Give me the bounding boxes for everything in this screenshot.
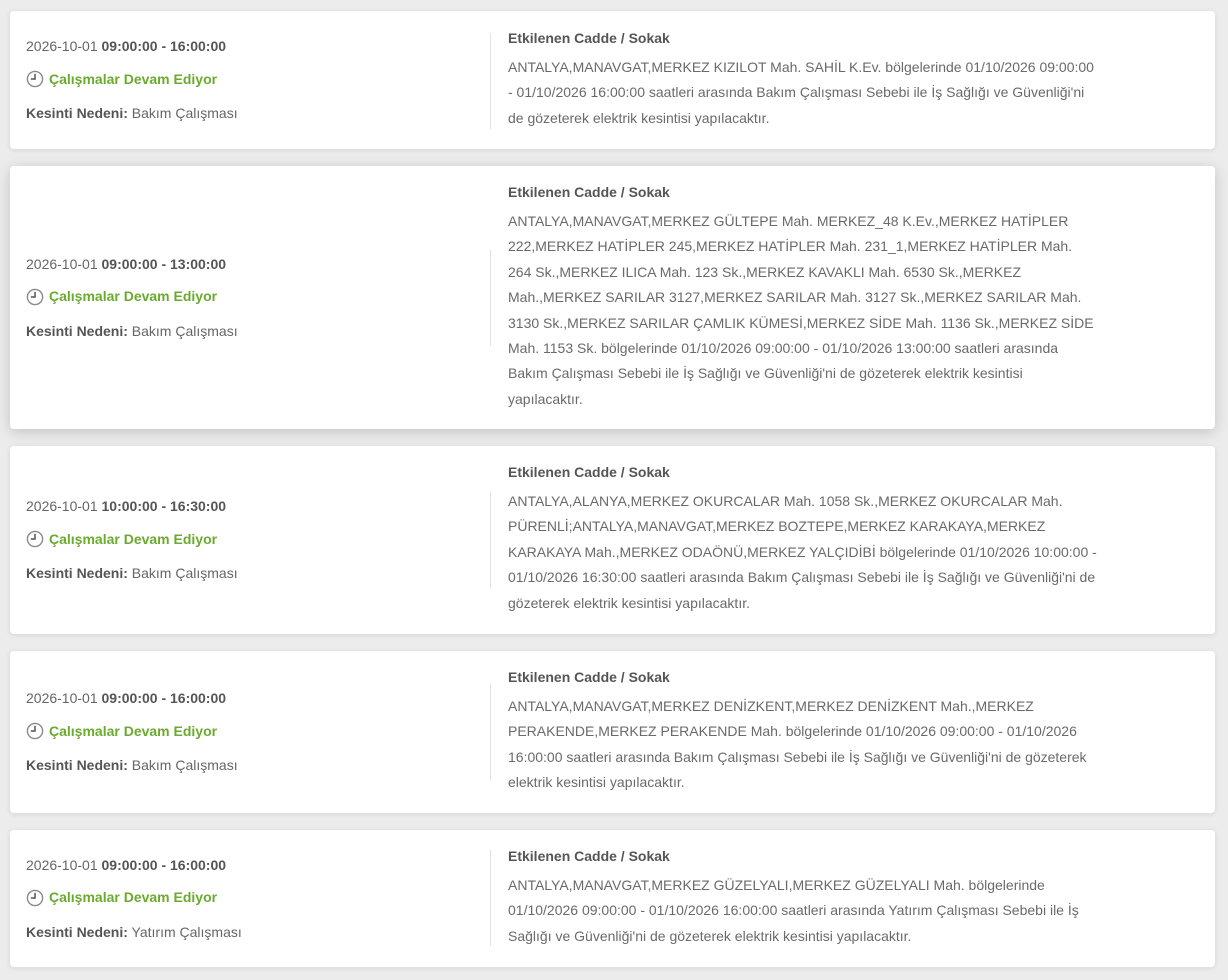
affected-streets: Etkilenen Cadde / Sokak ANTALYA,MANAVGAT… [508, 669, 1098, 796]
outage-reason: Kesinti Nedeni: Bakım Çalışması [26, 757, 466, 774]
reason-value: Bakım Çalışması [131, 757, 238, 773]
outage-time-range: 10:00:00 - 16:30:00 [101, 498, 227, 514]
outage-time-range: 09:00:00 - 13:00:00 [101, 255, 227, 272]
outage-card[interactable]: 2026-10-01 09:00:00 - 16:00:00 Çalışmala… [10, 651, 1215, 813]
reason-label: Kesinti Nedeni: [26, 565, 128, 581]
column-divider [490, 250, 491, 346]
reason-value: Bakım Çalışması [131, 565, 238, 581]
status-badge: Çalışmalar Devam Ediyor [26, 288, 466, 306]
affected-title: Etkilenen Cadde / Sokak [508, 30, 670, 46]
status-text: Çalışmalar Devam Ediyor [49, 722, 218, 739]
outage-card[interactable]: 2026-10-01 09:00:00 - 13:00:00 Çalışmala… [10, 166, 1215, 429]
outage-date: 2026-10-01 [26, 690, 98, 706]
outage-datetime: 2026-10-01 09:00:00 - 16:00:00 [26, 38, 466, 55]
outage-reason: Kesinti Nedeni: Bakım Çalışması [26, 323, 466, 340]
clock-icon [26, 722, 44, 740]
reason-value: Bakım Çalışması [131, 322, 238, 339]
status-badge: Çalışmalar Devam Ediyor [26, 889, 466, 907]
status-text: Çalışmalar Devam Ediyor [49, 70, 218, 87]
affected-text: ANTALYA,ALANYA,MERKEZ OKURCALAR Mah. 105… [508, 493, 1097, 611]
affected-title: Etkilenen Cadde / Sokak [508, 184, 670, 200]
outage-summary: 2026-10-01 10:00:00 - 16:30:00 Çalışmala… [26, 446, 466, 634]
affected-streets: Etkilenen Cadde / Sokak ANTALYA,MANAVGAT… [508, 30, 1098, 131]
outage-datetime: 2026-10-01 09:00:00 - 16:00:00 [26, 690, 466, 707]
clock-icon [26, 530, 44, 548]
outage-card[interactable]: 2026-10-01 09:00:00 - 16:00:00 Çalışmala… [10, 830, 1215, 967]
status-badge: Çalışmalar Devam Ediyor [26, 70, 466, 88]
outage-summary: 2026-10-01 09:00:00 - 16:00:00 Çalışmala… [26, 11, 466, 149]
clock-icon [26, 288, 44, 305]
outage-date: 2026-10-01 [26, 255, 98, 272]
outage-reason: Kesinti Nedeni: Bakım Çalışması [26, 565, 466, 582]
outage-summary: 2026-10-01 09:00:00 - 16:00:00 Çalışmala… [26, 651, 466, 813]
affected-streets: Etkilenen Cadde / Sokak ANTALYA,ALANYA,M… [508, 464, 1108, 616]
reason-value: Bakım Çalışması [131, 105, 238, 121]
reason-label: Kesinti Nedeni: [26, 923, 128, 940]
outage-list: 2026-10-01 09:00:00 - 16:00:00 Çalışmala… [10, 0, 1215, 980]
affected-streets: Etkilenen Cadde / Sokak ANTALYA,MANAVGAT… [508, 848, 1098, 949]
outage-reason: Kesinti Nedeni: Bakım Çalışması [26, 105, 466, 122]
outage-time-range: 09:00:00 - 16:00:00 [101, 856, 227, 873]
affected-text: ANTALYA,MANAVGAT,MERKEZ GÜLTEPE Mah. MER… [508, 213, 1094, 407]
outage-date: 2026-10-01 [26, 38, 98, 54]
outage-reason: Kesinti Nedeni: Yatırım Çalışması [26, 924, 466, 941]
reason-label: Kesinti Nedeni: [26, 322, 128, 339]
reason-label: Kesinti Nedeni: [26, 757, 128, 773]
affected-text: ANTALYA,MANAVGAT,MERKEZ KIZILOT Mah. SAH… [508, 59, 1094, 126]
status-text: Çalışmalar Devam Ediyor [49, 889, 218, 905]
clock-icon [26, 889, 44, 906]
outage-card[interactable]: 2026-10-01 10:00:00 - 16:30:00 Çalışmala… [10, 446, 1215, 634]
column-divider [490, 492, 491, 588]
column-divider [490, 33, 491, 129]
affected-title: Etkilenen Cadde / Sokak [508, 464, 670, 480]
outage-datetime: 2026-10-01 09:00:00 - 13:00:00 [26, 256, 466, 273]
reason-label: Kesinti Nedeni: [26, 105, 128, 121]
outage-card[interactable]: 2026-10-01 09:00:00 - 16:00:00 Çalışmala… [10, 11, 1215, 149]
affected-streets: Etkilenen Cadde / Sokak ANTALYA,MANAVGAT… [508, 184, 1098, 412]
status-badge: Çalışmalar Devam Ediyor [26, 530, 466, 548]
status-text: Çalışmalar Devam Ediyor [49, 288, 218, 304]
outage-summary: 2026-10-01 09:00:00 - 16:00:00 Çalışmala… [26, 830, 466, 967]
outage-time-range: 09:00:00 - 16:00:00 [101, 690, 227, 706]
status-text: Çalışmalar Devam Ediyor [49, 530, 218, 547]
reason-value: Yatırım Çalışması [131, 923, 242, 940]
clock-icon [26, 70, 44, 88]
affected-text: ANTALYA,MANAVGAT,MERKEZ GÜZELYALI,MERKEZ… [508, 877, 1079, 944]
affected-text: ANTALYA,MANAVGAT,MERKEZ DENİZKENT,MERKEZ… [508, 698, 1087, 791]
status-badge: Çalışmalar Devam Ediyor [26, 722, 466, 740]
affected-title: Etkilenen Cadde / Sokak [508, 669, 670, 685]
outage-date: 2026-10-01 [26, 856, 98, 873]
affected-title: Etkilenen Cadde / Sokak [508, 848, 670, 864]
outage-summary: 2026-10-01 09:00:00 - 13:00:00 Çalışmala… [26, 166, 466, 429]
column-divider [490, 850, 491, 946]
outage-datetime: 2026-10-01 09:00:00 - 16:00:00 [26, 857, 466, 874]
outage-date: 2026-10-01 [26, 498, 98, 514]
outage-datetime: 2026-10-01 10:00:00 - 16:30:00 [26, 498, 466, 515]
outage-time-range: 09:00:00 - 16:00:00 [101, 38, 227, 54]
column-divider [490, 684, 491, 780]
